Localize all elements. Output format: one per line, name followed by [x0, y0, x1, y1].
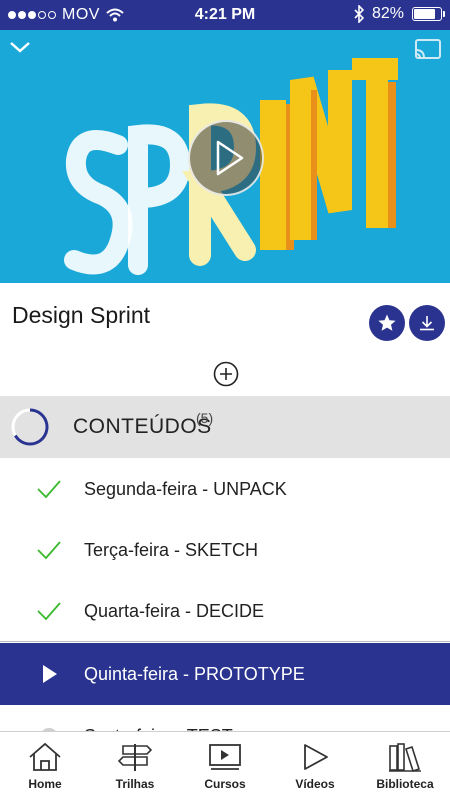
check-icon — [37, 480, 61, 499]
contents-header[interactable]: CONTEÚDOS (5) — [0, 396, 450, 458]
nav-label: Home — [28, 777, 62, 791]
check-icon — [37, 541, 61, 560]
nav-item-videos[interactable]: Vídeos — [270, 732, 360, 800]
status-right: 82% — [354, 5, 445, 23]
list-item-label: Terça-feira - SKETCH — [84, 540, 259, 560]
list-item[interactable]: Terça-feira - SKETCH — [0, 519, 450, 581]
bluetooth-icon — [354, 5, 364, 23]
chevron-down-icon[interactable] — [8, 38, 32, 56]
download-button[interactable] — [409, 305, 445, 341]
list-item[interactable]: Quarta-feira - DECIDE — [0, 580, 450, 642]
play-icon — [43, 665, 57, 683]
plus-circle-icon[interactable] — [213, 361, 239, 387]
download-icon — [420, 316, 434, 331]
list-item-label: Quinta-feira - PROTOTYPE — [84, 664, 305, 684]
list-item-label: Quarta-feira - DECIDE — [84, 601, 265, 621]
nav-label: Trilhas — [115, 777, 155, 791]
contents-count: (5) — [196, 410, 214, 426]
bottom-nav: Home Trilhas Cursos Vídeos Biblioteca — [0, 731, 450, 800]
course-icon — [209, 744, 241, 770]
list-item-label: Segunda-feira - UNPACK — [84, 479, 287, 499]
progress-ring-icon — [11, 408, 49, 446]
video-player[interactable] — [0, 30, 450, 283]
nav-item-biblioteca[interactable]: Biblioteca — [360, 732, 450, 800]
video-icon — [304, 744, 328, 770]
battery-icon — [412, 7, 445, 21]
signpost-icon — [117, 744, 153, 771]
battery-percent: 82% — [371, 5, 404, 22]
list-item-active[interactable]: Quinta-feira - PROTOTYPE — [0, 643, 450, 705]
play-button[interactable] — [188, 120, 264, 196]
course-title: Design Sprint — [12, 302, 151, 328]
nav-label: Cursos — [204, 777, 246, 791]
contents-label: CONTEÚDOS — [73, 415, 212, 438]
favorite-button[interactable] — [369, 305, 405, 341]
cast-icon[interactable] — [414, 38, 442, 60]
list-item[interactable]: Segunda-feira - UNPACK — [0, 458, 450, 520]
nav-label: Vídeos — [295, 777, 335, 791]
nav-item-home[interactable]: Home — [0, 732, 90, 800]
nav-item-cursos[interactable]: Cursos — [180, 732, 270, 800]
star-icon — [378, 314, 396, 331]
check-icon — [37, 602, 61, 621]
status-bar: MOV 4:21 PM 82% — [0, 0, 450, 30]
home-icon — [29, 742, 61, 771]
nav-label: Biblioteca — [376, 777, 434, 791]
library-icon — [389, 743, 421, 772]
play-icon — [216, 140, 244, 176]
nav-item-trilhas[interactable]: Trilhas — [90, 732, 180, 800]
